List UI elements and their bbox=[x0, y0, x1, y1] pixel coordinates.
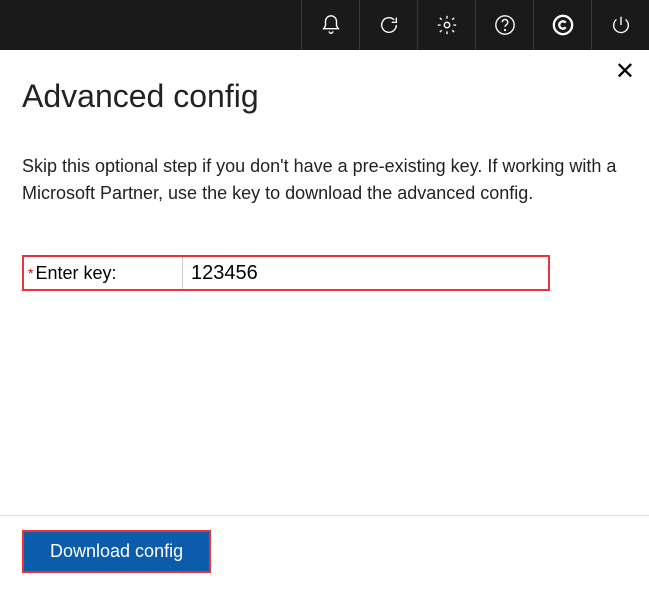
field-label-text: Enter key: bbox=[35, 263, 116, 284]
required-asterisk: * bbox=[28, 265, 33, 281]
download-button-highlight: Download config bbox=[22, 530, 211, 573]
bell-icon[interactable] bbox=[301, 0, 359, 50]
dialog-content: Advanced config Skip this optional step … bbox=[0, 50, 649, 291]
enter-key-input[interactable] bbox=[182, 257, 548, 289]
refresh-icon[interactable] bbox=[359, 0, 417, 50]
top-bar bbox=[0, 0, 649, 50]
help-icon[interactable] bbox=[475, 0, 533, 50]
copyright-icon[interactable] bbox=[533, 0, 591, 50]
enter-key-field: * Enter key: bbox=[22, 255, 550, 291]
gear-icon[interactable] bbox=[417, 0, 475, 50]
footer: Download config bbox=[0, 515, 649, 593]
close-button[interactable]: ✕ bbox=[615, 60, 635, 84]
download-config-button[interactable]: Download config bbox=[24, 532, 209, 571]
page-title: Advanced config bbox=[22, 78, 627, 115]
field-label: * Enter key: bbox=[24, 257, 182, 289]
description-text: Skip this optional step if you don't hav… bbox=[22, 153, 627, 207]
power-icon[interactable] bbox=[591, 0, 649, 50]
